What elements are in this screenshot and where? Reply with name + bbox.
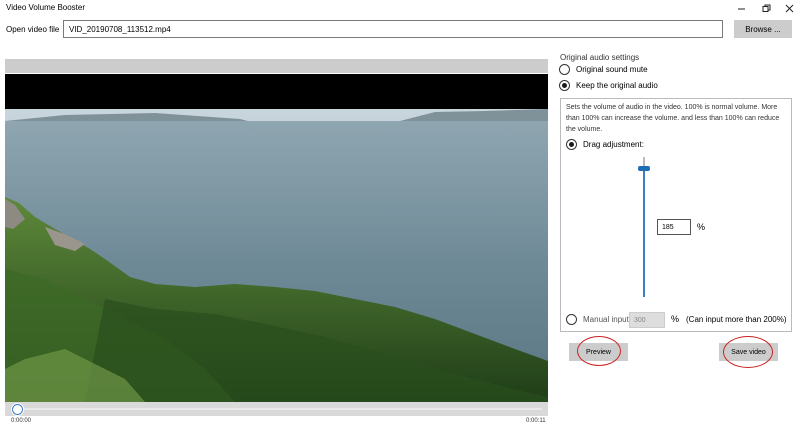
manual-percent-sign: %	[671, 314, 680, 324]
seek-bar[interactable]	[5, 402, 548, 416]
video-file-path-input[interactable]	[63, 20, 723, 38]
current-time: 0:00:00	[11, 418, 32, 424]
volume-slider-track[interactable]	[643, 157, 645, 297]
manual-volume-field[interactable]	[629, 312, 665, 328]
video-preview[interactable]	[5, 74, 548, 402]
open-video-file-label: Open video file	[6, 25, 60, 34]
radio-mute[interactable]	[559, 64, 570, 75]
volume-description: Sets the volume of audio in the video. 1…	[566, 104, 780, 133]
manual-input-note: (Can input more than 200%)	[686, 315, 787, 324]
volume-slider-thumb[interactable]	[638, 166, 650, 171]
app-window: Video Volume Booster Open video file Bro…	[0, 0, 800, 429]
preview-button[interactable]: Preview	[569, 343, 628, 361]
video-header-strip	[5, 59, 548, 73]
minimize-icon[interactable]	[730, 0, 752, 16]
manual-input-label: Manual input:	[583, 315, 632, 324]
window-title: Video Volume Booster	[6, 3, 86, 12]
option-mute-label: Original sound mute	[576, 65, 648, 74]
drag-adjustment-label: Drag adjustment:	[583, 140, 644, 149]
total-duration: 0:00:11	[526, 418, 546, 424]
restore-icon[interactable]	[755, 0, 777, 16]
radio-drag-adjustment[interactable]	[566, 139, 577, 150]
video-letterbox	[5, 74, 548, 109]
save-video-button[interactable]: Save video	[719, 343, 778, 361]
seek-track[interactable]	[17, 408, 542, 410]
seek-thumb[interactable]	[12, 404, 23, 415]
option-mute[interactable]: Original sound mute	[559, 64, 648, 75]
option-manual-input[interactable]: Manual input:	[566, 314, 631, 325]
browse-button[interactable]: Browse ...	[734, 20, 792, 38]
volume-percent-sign: %	[697, 222, 706, 232]
audio-settings-title: Original audio settings	[560, 53, 640, 62]
option-keep-audio[interactable]: Keep the original audio	[559, 80, 658, 91]
radio-keep-audio[interactable]	[559, 80, 570, 91]
radio-manual-input[interactable]	[566, 314, 577, 325]
option-drag-adjustment[interactable]: Drag adjustment:	[566, 139, 644, 150]
option-keep-audio-label: Keep the original audio	[576, 81, 658, 90]
volume-percent-field[interactable]	[657, 219, 691, 235]
video-frame-image	[5, 109, 548, 402]
close-icon[interactable]	[778, 0, 800, 16]
title-bar: Video Volume Booster	[0, 0, 800, 16]
